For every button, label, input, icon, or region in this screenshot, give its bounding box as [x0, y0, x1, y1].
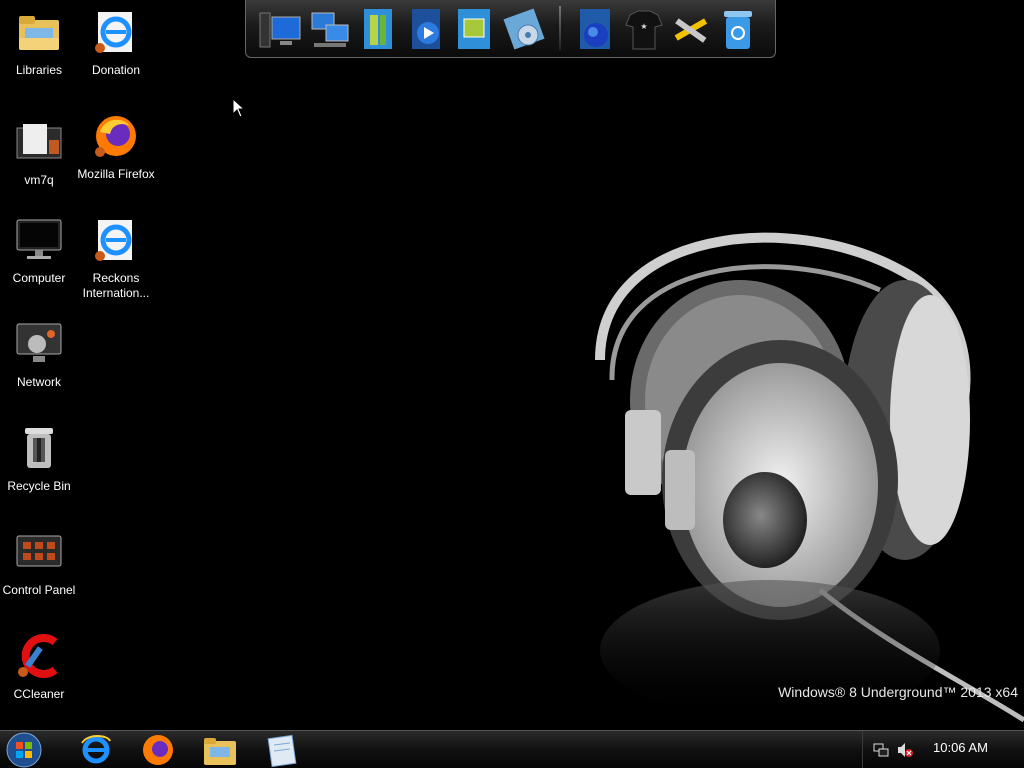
dock-separator — [559, 6, 561, 50]
desktop-icon-label: CCleaner — [13, 687, 65, 701]
globe-icon[interactable] — [574, 5, 618, 53]
dock-bar: ★ — [245, 0, 776, 58]
monitor-icon — [16, 219, 62, 259]
network-icon — [16, 323, 62, 362]
recycle-bin-icon[interactable] — [716, 5, 760, 53]
notepad-icon[interactable] — [264, 733, 300, 767]
desktop-icon-label: Donation — [91, 63, 141, 77]
desktop-icon-donation[interactable]: Donation — [77, 8, 155, 78]
desktop-icon-label: Mozilla Firefox — [77, 167, 155, 181]
desktop-icon-label: vm7q — [24, 173, 54, 187]
wallpaper — [595, 232, 1024, 723]
desktop-icon-label: Libraries — [15, 63, 63, 77]
photo-gallery-icon[interactable] — [452, 5, 496, 53]
svg-text:★: ★ — [640, 22, 647, 31]
libraries-folder-icon — [19, 16, 59, 50]
desktop-icon-firefox[interactable]: Mozilla Firefox — [77, 112, 155, 182]
document-folder-icon — [16, 124, 62, 159]
system-tray: 10:06 AM — [862, 731, 1024, 768]
desktop-icon-label: Recycle Bin — [7, 479, 71, 493]
disc-icon[interactable] — [502, 5, 546, 53]
desktop-icon-label: Control Panel — [2, 583, 76, 597]
desktop-icon-control-panel[interactable]: Control Panel — [0, 528, 78, 598]
computer-icon[interactable] — [258, 5, 302, 53]
desktop-icon-computer[interactable]: Computer — [0, 216, 78, 286]
media-player-icon[interactable] — [404, 5, 448, 53]
desktop-icon-label: Computer — [12, 271, 66, 285]
network-computers-icon[interactable] — [308, 5, 352, 53]
clock[interactable]: 10:06 AM — [933, 740, 988, 755]
desktop-icon-ccleaner[interactable]: CCleaner — [0, 632, 78, 702]
internet-explorer-icon — [95, 220, 132, 261]
recycle-bin-icon — [25, 428, 53, 468]
firefox-icon[interactable] — [140, 733, 176, 767]
start-orb-icon[interactable] — [6, 732, 42, 768]
control-panel-icon — [16, 535, 62, 567]
os-watermark: Windows® 8 Underground™ 2013 x64 — [778, 684, 1018, 700]
taskbar: 10:06 AM — [0, 730, 1024, 768]
library-icon[interactable] — [356, 5, 400, 53]
desktop-icon-libraries[interactable]: Libraries — [0, 8, 78, 78]
file-explorer-icon[interactable] — [202, 733, 238, 767]
desktop-icon-recycle-bin[interactable]: Recycle Bin — [0, 424, 78, 494]
tshirt-icon[interactable]: ★ — [622, 5, 666, 53]
volume-muted-icon[interactable] — [897, 742, 913, 758]
desktop-icon-network[interactable]: Network — [0, 320, 78, 390]
tools-icon[interactable] — [668, 5, 712, 53]
desktop-icon-label: Reckons Internation... — [82, 271, 150, 300]
desktop-icon-reckons[interactable]: Reckons Internation... — [77, 216, 155, 301]
network-tray-icon[interactable] — [873, 742, 889, 758]
mouse-cursor-icon — [232, 98, 246, 118]
desktop-icon-label: Network — [16, 375, 61, 389]
internet-explorer-icon[interactable] — [78, 733, 114, 767]
ccleaner-icon — [18, 634, 58, 678]
internet-explorer-icon — [95, 12, 132, 53]
desktop-icon-vm7q[interactable]: vm7q — [0, 118, 78, 188]
firefox-icon — [95, 116, 136, 157]
